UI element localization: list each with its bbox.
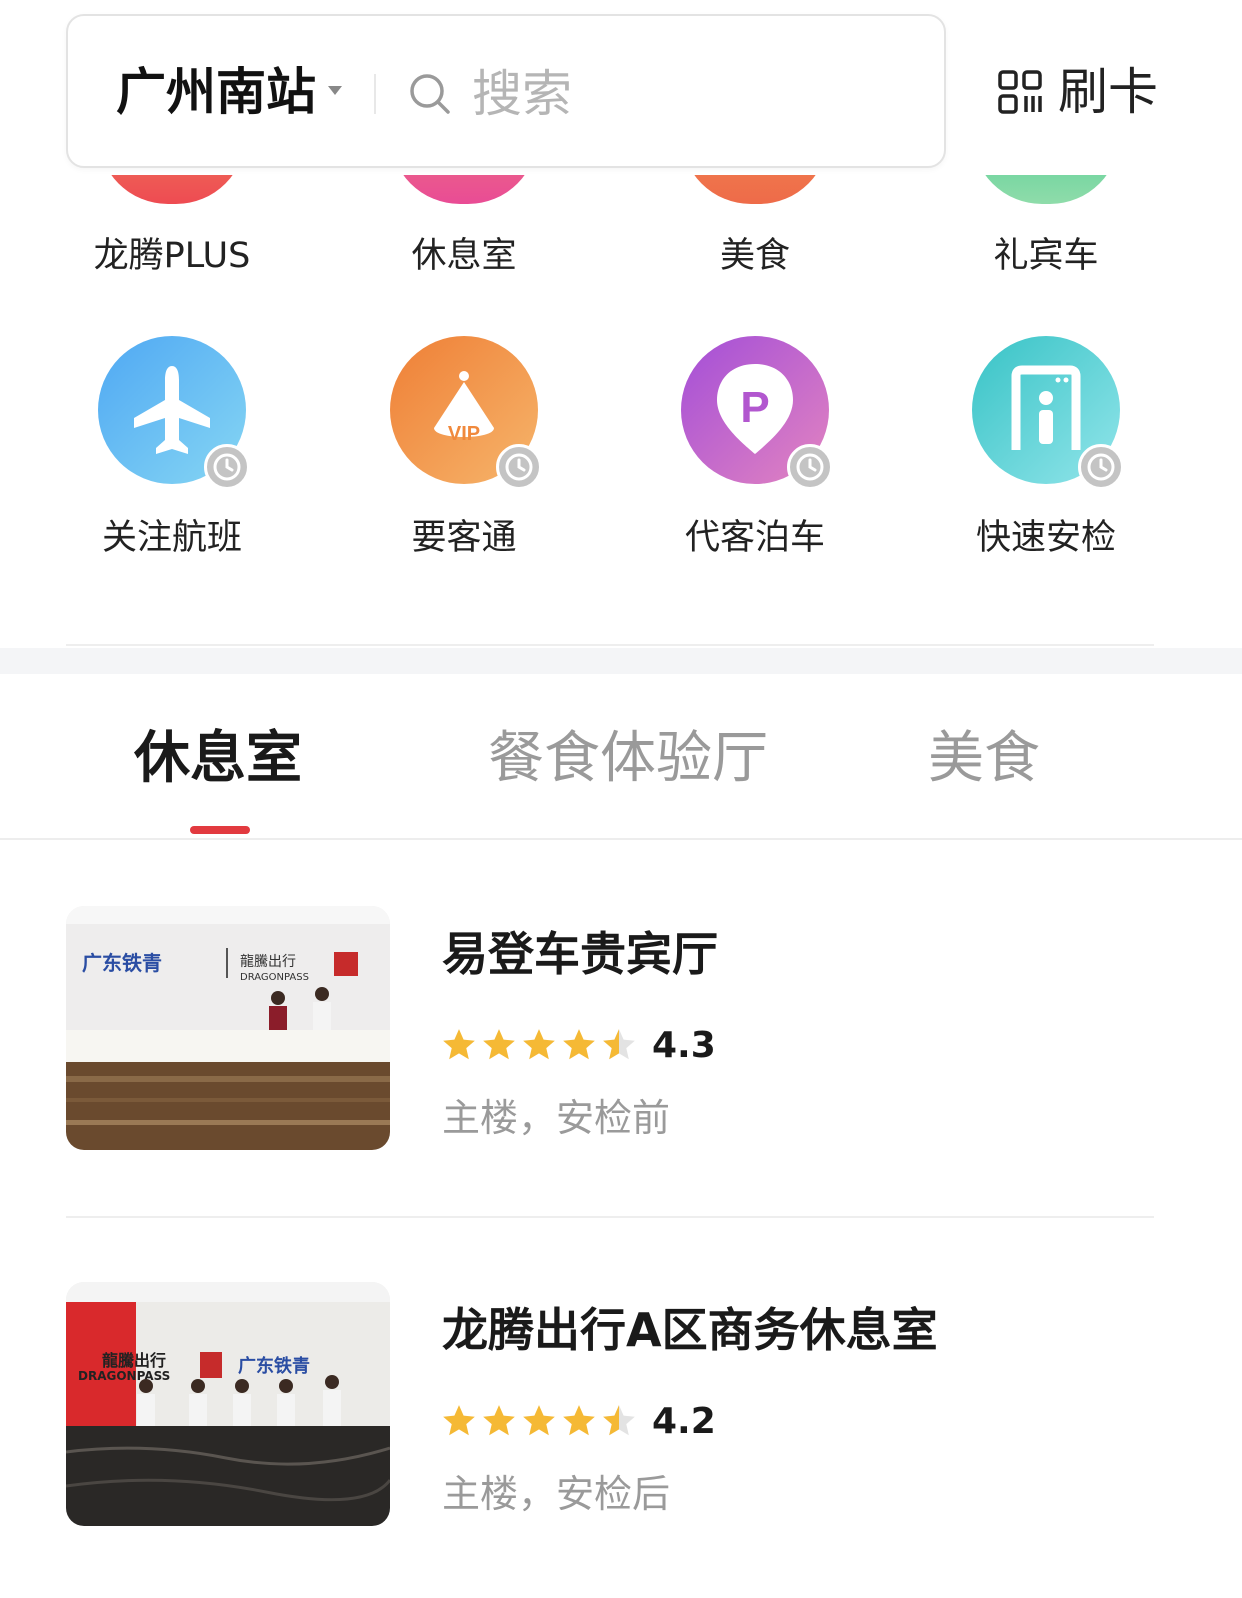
star-icon (483, 1405, 515, 1436)
lounge-photo: 广东铁青 龍騰出行 DRAGONPASS (66, 906, 390, 1150)
svg-text:广东铁青: 广东铁青 (82, 951, 162, 975)
half-star-icon (603, 1029, 635, 1060)
section-gap (0, 648, 1242, 674)
scan-card-button[interactable]: 刷卡 (998, 64, 1158, 120)
quick-item-flights[interactable]: 关注航班 (26, 336, 318, 566)
quick-item-label: 快速安检 (975, 518, 1116, 558)
svg-text:DRAGONPASS: DRAGONPASS (240, 972, 309, 983)
svg-text:VIP: VIP (448, 423, 480, 445)
clock-icon (496, 444, 542, 490)
divider (374, 74, 376, 114)
lounge-location: 主楼，安检后 (442, 1472, 671, 1516)
quick-item-label: 龙腾PLUS (93, 236, 251, 276)
star-icon (443, 1029, 475, 1060)
divider (66, 1216, 1154, 1218)
lounge-location: 主楼，安检前 (442, 1096, 671, 1140)
rating-value: 4.2 (652, 1400, 716, 1442)
divider (0, 838, 1242, 840)
tab-food[interactable]: 美食 (928, 726, 1040, 792)
quick-item-label: 休息室 (411, 236, 517, 276)
quick-item-parking[interactable]: P 代客泊车 (609, 336, 901, 566)
search-input[interactable]: 搜索 (472, 64, 572, 124)
quick-item-label: 美食 (719, 236, 790, 276)
active-tab-indicator (190, 826, 250, 834)
star-icon (563, 1029, 595, 1060)
rating-value: 4.3 (652, 1024, 716, 1066)
tab-lounge[interactable]: 休息室 (134, 726, 302, 792)
top-bar: 广州南站 搜索 刷卡 (0, 0, 1242, 175)
tab-dining-hall[interactable]: 餐食体验厅 (488, 726, 768, 792)
svg-text:DRAGONPASS: DRAGONPASS (78, 1369, 170, 1383)
svg-text:龍騰出行: 龍騰出行 (102, 1351, 166, 1370)
quick-item-label: 礼宾车 (993, 236, 1099, 276)
search-card: 广州南站 搜索 (66, 14, 946, 168)
star-icon (563, 1405, 595, 1436)
star-icon (523, 1029, 555, 1060)
quick-item-label: 代客泊车 (684, 518, 825, 558)
lounge-title: 易登车贵宾厅 (442, 927, 718, 981)
star-icon (523, 1405, 555, 1436)
list-item[interactable]: 龍騰出行 DRAGONPASS 广东铁青 龙腾出行A区商务休息室 4.2 主楼，… (0, 1282, 1242, 1542)
category-tabs: 休息室 餐食体验厅 美食 (0, 674, 1242, 842)
lounge-title: 龙腾出行A区商务休息室 (442, 1303, 938, 1357)
clock-icon (204, 444, 250, 490)
svg-text:龍騰出行: 龍騰出行 (240, 953, 296, 970)
lounge-photo: 龍騰出行 DRAGONPASS 广东铁青 (66, 1282, 390, 1526)
quick-item-label: 要客通 (411, 518, 517, 558)
clock-icon (787, 444, 833, 490)
rating-stars: 4.2 (440, 1400, 716, 1442)
clock-icon (1078, 444, 1124, 490)
list-item[interactable]: 广东铁青 龍騰出行 DRAGONPASS 易登车贵宾厅 4.3 主楼，安检前 (0, 906, 1242, 1166)
svg-text:P: P (740, 383, 769, 432)
star-icon (483, 1029, 515, 1060)
quick-item-vip[interactable]: VIP 要客通 (318, 336, 610, 566)
star-icon (443, 1405, 475, 1436)
rating-stars: 4.3 (440, 1024, 716, 1066)
divider (66, 644, 1154, 646)
city-selector[interactable]: 广州南站 (116, 62, 316, 122)
scan-label: 刷卡 (1058, 63, 1158, 121)
quick-item-security[interactable]: 快速安检 (900, 336, 1192, 566)
half-star-icon (603, 1405, 635, 1436)
svg-text:广东铁青: 广东铁青 (238, 1355, 310, 1377)
caret-down-icon[interactable] (328, 86, 342, 95)
search-icon[interactable] (408, 72, 452, 116)
qr-code-icon (998, 70, 1042, 114)
quick-item-label: 关注航班 (101, 518, 242, 558)
